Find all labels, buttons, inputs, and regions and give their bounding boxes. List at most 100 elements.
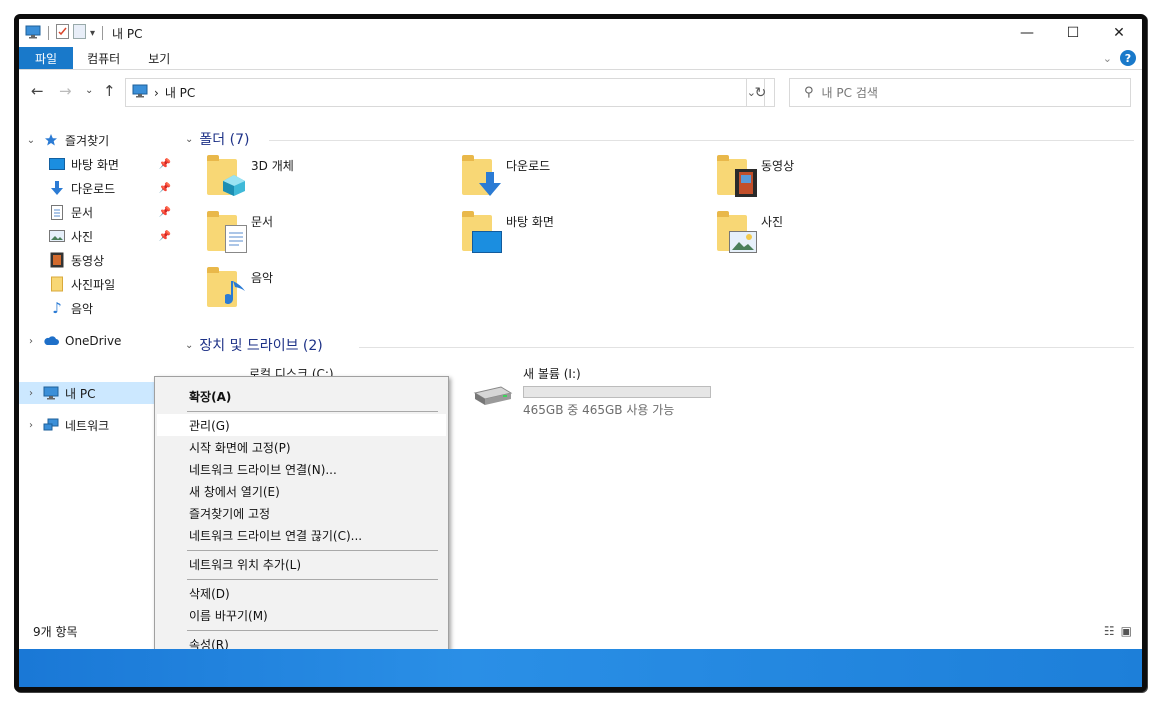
collapse-chevron-icon[interactable]: › [25, 336, 37, 347]
address-bar[interactable]: › 내 PC ⌄ [125, 78, 765, 107]
menu-item-delete[interactable]: 삭제(D) [157, 582, 446, 604]
group-collapse-chevron-icon[interactable]: ⌄ [185, 134, 193, 145]
menu-item-rename[interactable]: 이름 바꾸기(M) [157, 604, 446, 626]
menu-item-add-network-location[interactable]: 네트워크 위치 추가(L) [157, 553, 446, 575]
menu-separator [187, 411, 438, 412]
star-icon [43, 132, 59, 148]
ribbon-right-controls: ⌄ ? [1103, 50, 1136, 66]
customize-toolbar-chevron-icon[interactable]: ▾ [90, 28, 95, 39]
details-view-icon[interactable]: ☷ [1104, 624, 1115, 638]
refresh-button[interactable]: ↻ [746, 78, 775, 107]
nav-quick-access[interactable]: ⌄ 즐겨찾기 [19, 129, 177, 151]
expand-chevron-icon[interactable]: ⌄ [25, 135, 37, 146]
folder-tile-downloads[interactable]: 다운로드 [460, 153, 690, 205]
expand-ribbon-chevron-icon[interactable]: ⌄ [1103, 52, 1112, 65]
devices-group-header[interactable]: ⌄ 장치 및 드라이브 (2) [185, 335, 323, 355]
window-title: 내 PC [112, 26, 143, 41]
pin-icon: 📌 [158, 206, 171, 218]
folders-group-header[interactable]: ⌄ 폴더 (7) [185, 129, 249, 149]
folder-videos-icon [715, 153, 757, 197]
folder-tile-documents[interactable]: 문서 [205, 209, 435, 261]
hard-drive-icon [471, 385, 513, 410]
menu-item-disconnect-network-drive[interactable]: 네트워크 드라이브 연결 끊기(C)... [157, 524, 446, 546]
breadcrumb-this-pc[interactable]: 내 PC [165, 84, 195, 101]
menu-item-pin-to-quick-access[interactable]: 즐겨찾기에 고정 [157, 502, 446, 524]
search-icon: ⚲ [804, 85, 814, 100]
menu-separator [187, 550, 438, 551]
folder-tile-label: 다운로드 [506, 159, 551, 173]
folder-tile-pictures[interactable]: 사진 [715, 209, 945, 261]
film-icon [49, 252, 65, 268]
this-pc-icon [132, 84, 148, 101]
new-folder-icon[interactable] [73, 24, 86, 42]
nav-this-pc-label: 내 PC [65, 386, 96, 401]
address-row: ← → ⌄ ↑ › 내 PC ⌄ ↻ ⚲ 내 PC 검색 [19, 75, 1142, 109]
network-icon [43, 417, 59, 433]
folder-desktop-icon [460, 209, 502, 253]
context-menu: 확장(A) 관리(G) 시작 화면에 고정(P) 네트워크 드라이브 연결(N)… [154, 376, 449, 658]
menu-item-map-network-drive[interactable]: 네트워크 드라이브 연결(N)... [157, 458, 446, 480]
back-arrow-icon[interactable]: ← [31, 82, 44, 100]
menu-item-expand[interactable]: 확장(A) [157, 385, 446, 407]
folder-music-icon [205, 265, 245, 309]
folder-tile-desktop[interactable]: 바탕 화면 [460, 209, 690, 261]
menu-item-manage[interactable]: 관리(G) [157, 414, 446, 436]
breadcrumb-separator[interactable]: › [154, 86, 159, 100]
desktop-icon [49, 156, 65, 172]
tab-view[interactable]: 보기 [134, 47, 184, 69]
nav-item-music[interactable]: ♪ 음악 [19, 297, 177, 319]
tab-file[interactable]: 파일 [19, 47, 74, 69]
pin-icon: 📌 [158, 158, 171, 170]
group-collapse-chevron-icon[interactable]: ⌄ [185, 340, 193, 351]
nav-item-photo-files[interactable]: 사진파일 [19, 273, 177, 295]
ribbon-tabs: 파일 컴퓨터 보기 ⌄ ? [19, 47, 1142, 70]
up-arrow-icon[interactable]: ↑ [103, 82, 116, 100]
title-bar: ▾ 내 PC — ☐ ✕ [19, 19, 1142, 47]
menu-item-open-new-window[interactable]: 새 창에서 열기(E) [157, 480, 446, 502]
nav-item-pictures[interactable]: 사진 📌 [19, 225, 177, 247]
tab-computer[interactable]: 컴퓨터 [73, 47, 134, 69]
download-arrow-icon [49, 180, 65, 196]
help-icon[interactable]: ? [1120, 50, 1136, 66]
view-toggle-group: ☷ ▣ [1104, 624, 1132, 638]
drive-i-usage-bar [523, 386, 711, 398]
document-icon [49, 204, 65, 220]
file-explorer-window: ▾ 내 PC — ☐ ✕ 파일 컴퓨터 보기 ⌄ ? ← → ⌄ ↑ › 내 P… [19, 19, 1142, 658]
toolbar-separator [48, 26, 49, 40]
desktop-background [19, 649, 1142, 687]
menu-item-pin-to-start[interactable]: 시작 화면에 고정(P) [157, 436, 446, 458]
drive-tile-i[interactable]: 새 볼륨 (I:) 465GB 중 465GB 사용 가능 [471, 365, 731, 417]
nav-onedrive[interactable]: › OneDrive [19, 330, 177, 352]
nav-item-videos[interactable]: 동영상 [19, 249, 177, 271]
nav-item-label: 동영상 [71, 253, 105, 268]
close-button[interactable]: ✕ [1096, 19, 1142, 47]
nav-item-label: 바탕 화면 [71, 157, 119, 172]
folder-tile-label: 동영상 [761, 159, 795, 173]
folder-tile-label: 3D 개체 [251, 159, 294, 173]
nav-item-label: 사진 [71, 229, 94, 244]
nav-item-desktop[interactable]: 바탕 화면 📌 [19, 153, 177, 175]
screenshot-frame: ▾ 내 PC — ☐ ✕ 파일 컴퓨터 보기 ⌄ ? ← → ⌄ ↑ › 내 P… [14, 14, 1147, 692]
forward-arrow-icon[interactable]: → [59, 82, 72, 100]
minimize-button[interactable]: — [1004, 19, 1050, 47]
nav-item-label: 문서 [71, 205, 94, 220]
nav-item-label: 다운로드 [71, 181, 116, 196]
nav-item-downloads[interactable]: 다운로드 📌 [19, 177, 177, 199]
recent-locations-chevron-icon[interactable]: ⌄ [85, 85, 93, 96]
quick-access-toolbar: ▾ [19, 24, 106, 42]
folder-tile-3d-objects[interactable]: 3D 개체 [205, 153, 435, 205]
properties-icon[interactable] [56, 24, 69, 42]
menu-separator [187, 630, 438, 631]
breadcrumb: › 내 PC [132, 84, 195, 101]
drive-i-free-space: 465GB 중 465GB 사용 가능 [523, 403, 675, 417]
folder-tile-videos[interactable]: 동영상 [715, 153, 945, 205]
maximize-button[interactable]: ☐ [1050, 19, 1096, 47]
toolbar-separator [102, 26, 104, 40]
search-input[interactable]: ⚲ 내 PC 검색 [789, 78, 1131, 107]
folder-tile-music[interactable]: 음악 [205, 265, 435, 317]
collapse-chevron-icon[interactable]: › [25, 388, 37, 399]
nav-item-documents[interactable]: 문서 📌 [19, 201, 177, 223]
large-icons-view-icon[interactable]: ▣ [1121, 624, 1132, 638]
devices-group-title: 장치 및 드라이브 (2) [199, 338, 323, 354]
collapse-chevron-icon[interactable]: › [25, 420, 37, 431]
